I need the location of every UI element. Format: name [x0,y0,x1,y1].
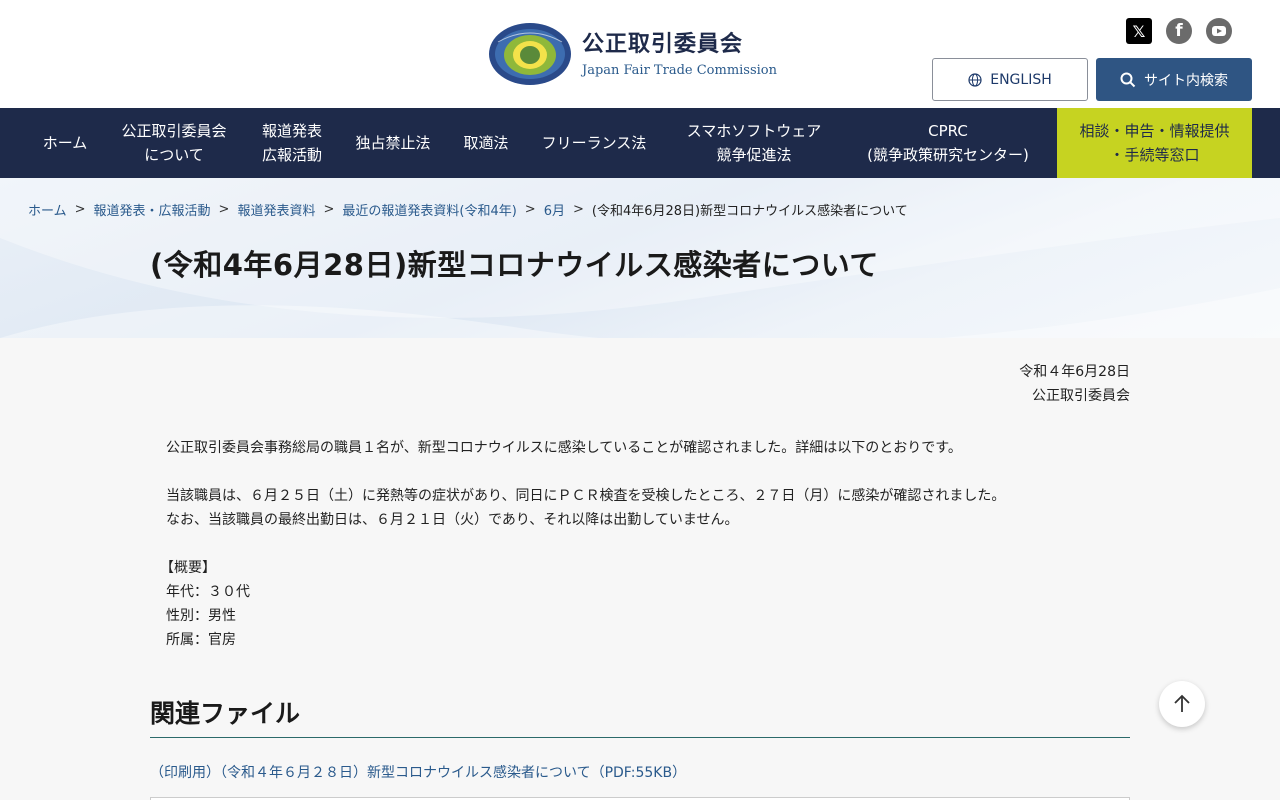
breadcrumb-link[interactable]: 報道発表・広報活動 [94,200,211,219]
release-info: 令和４年6月28日 公正取引委員会 [1019,360,1130,408]
page-header-band: ホーム > 報道発表・広報活動 > 報道発表資料 > 最近の報道発表資料(令和4… [0,178,1280,338]
pdf-file-link[interactable]: （印刷用）（令和４年６月２８日）新型コロナウイルス感染者について（PDF:55K… [150,762,686,782]
nav-label: 公正取引委員会 [121,122,227,140]
breadcrumb-current: (令和4年6月28日)新型コロナウイルス感染者について [591,204,908,219]
summary-age: 年代：３０代 [166,584,250,600]
article-body: 公正取引委員会事務総局の職員１名が、新型コロナウイルスに感染していることが確認さ… [160,436,1006,652]
x-icon[interactable]: 𝕏 [1126,18,1152,44]
site-header: 公正取引委員会 Japan Fair Trade Commission 𝕏 f … [0,0,1280,108]
nav-label: ホーム [42,134,88,152]
breadcrumb-link[interactable]: 報道発表資料 [237,200,315,219]
arrow-up-icon [1174,694,1190,712]
nav-item-smartphone[interactable]: スマホソフトウェア 競争促進法 [664,108,844,178]
nav-label: 報道発表 [261,122,322,140]
globe-icon [968,72,982,87]
main-content: 令和４年6月28日 公正取引委員会 公正取引委員会事務総局の職員１名が、新型コロ… [0,338,1280,800]
breadcrumb-link[interactable]: 最近の報道発表資料(令和4年) [342,200,516,219]
breadcrumb-link[interactable]: ホーム [28,200,67,219]
summary-gender: 性別：男性 [166,608,236,624]
search-icon [1120,72,1136,87]
jftc-emblem-icon [489,23,571,85]
nav-item-home[interactable]: ホーム [28,108,102,178]
summary-department: 所属：官房 [166,632,236,648]
site-logo[interactable]: 公正取引委員会 Japan Fair Trade Commission [488,22,777,86]
nav-item-about[interactable]: 公正取引委員会 について [102,108,246,178]
nav-label: 相談・申告・情報提供 [1079,122,1230,140]
breadcrumb-separator: > [218,202,230,217]
nav-label: 独占禁止法 [355,134,431,152]
nav-label: (競争政策研究センター) [867,146,1029,164]
breadcrumb-link[interactable]: 6月 [544,200,565,219]
breadcrumb-separator: > [524,202,536,217]
breadcrumb-separator: > [74,202,86,217]
nav-item-freelance[interactable]: フリーランス法 [524,108,664,178]
paragraph: なお、当該職員の最終出勤日は、６月２１日（火）であり、それ以降は出勤していません… [166,512,739,528]
nav-label: フリーランス法 [541,134,647,152]
nav-item-consultation[interactable]: 相談・申告・情報提供 ・手続等窓口 [1057,108,1252,178]
breadcrumb-separator: > [572,202,584,217]
nav-item-cprc[interactable]: CPRC (競争政策研究センター) [844,108,1052,178]
nav-item-toritekiho[interactable]: 取適法 [448,108,524,178]
breadcrumb: ホーム > 報道発表・広報活動 > 報道発表資料 > 最近の報道発表資料(令和4… [28,200,908,219]
nav-label: について [144,146,204,164]
site-search-button[interactable]: サイト内検索 [1096,58,1252,101]
paragraph: 当該職員は、６月２５日（土）に発熱等の症状があり、同日にＰＣＲ検査を受検したとこ… [166,488,1006,504]
nav-item-press[interactable]: 報道発表 広報活動 [246,108,338,178]
breadcrumb-separator: > [323,202,335,217]
global-nav: ホーム 公正取引委員会 について 報道発表 広報活動 独占禁止法 取適法 フリー… [0,108,1280,178]
logo-subtitle: Japan Fair Trade Commission [582,62,777,78]
paragraph: 公正取引委員会事務総局の職員１名が、新型コロナウイルスに感染していることが確認さ… [166,440,962,456]
nav-label: CPRC [928,122,968,140]
page-title: (令和4年6月28日)新型コロナウイルス感染者について [150,248,879,282]
nav-label: スマホソフトウェア [686,122,822,140]
release-issuer: 公正取引委員会 [1032,388,1130,404]
youtube-icon[interactable] [1206,18,1232,44]
english-button[interactable]: ENGLISH [932,58,1088,101]
facebook-icon[interactable]: f [1166,18,1192,44]
nav-label: 取適法 [463,134,509,152]
search-label: サイト内検索 [1144,72,1228,89]
nav-label: 広報活動 [261,146,322,164]
heading-divider [150,737,1130,738]
back-to-top-button[interactable] [1159,681,1205,727]
logo-title: 公正取引委員会 [582,31,744,57]
summary-heading: 【概要】 [160,560,216,576]
social-links: 𝕏 f [1126,18,1232,44]
nav-item-antimonopoly[interactable]: 独占禁止法 [338,108,448,178]
nav-label: 競争促進法 [716,146,792,164]
nav-label: ・手続等窓口 [1109,146,1200,164]
related-files-heading: 関連ファイル [150,699,301,728]
release-date: 令和４年6月28日 [1019,364,1130,380]
english-label: ENGLISH [990,71,1052,88]
